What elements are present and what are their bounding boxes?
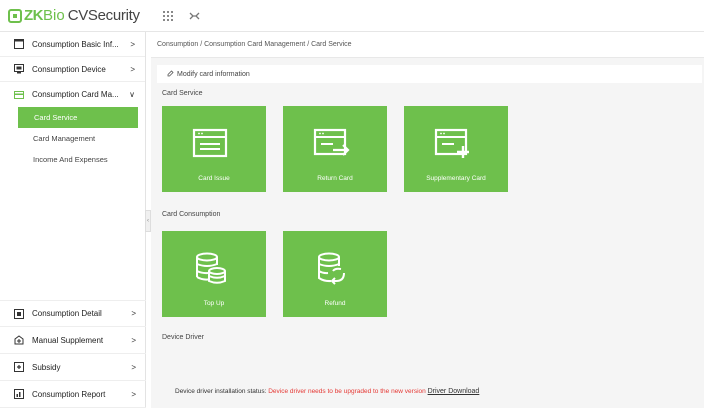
device-icon xyxy=(14,64,24,74)
sidebar-item-label: Manual Supplement xyxy=(32,335,104,345)
top-up-icon xyxy=(196,252,226,284)
report-icon xyxy=(14,389,24,399)
chevron-down-icon: ∨ xyxy=(129,90,135,99)
chevron-right-icon: > xyxy=(130,64,135,74)
sidebar-item-label: Consumption Card Ma... xyxy=(32,90,119,99)
top-bar: ZK Bio CVSecurity xyxy=(0,0,704,32)
return-card-label: Return Card xyxy=(317,175,353,182)
sidebar-item-manual-supplement[interactable]: Manual Supplement > xyxy=(0,327,146,354)
chevron-right-icon: > xyxy=(131,389,136,399)
modify-card-info-link[interactable]: Modify card information xyxy=(157,65,702,83)
breadcrumb: Consumption / Consumption Card Managemen… xyxy=(151,32,704,58)
chevron-right-icon: > xyxy=(131,309,136,318)
sidebar-item-label: Consumption Report xyxy=(32,389,106,399)
sidebar-item-consumption-card-management[interactable]: Consumption Card Ma... ∨ xyxy=(0,82,145,107)
basic-info-icon xyxy=(14,39,24,49)
supplementary-card-tile[interactable]: Supplementary Card xyxy=(404,106,508,192)
chevron-right-icon: > xyxy=(131,362,136,372)
refund-label: Refund xyxy=(324,300,346,307)
sidebar-subitem-income-and-expenses[interactable]: Income And Expenses xyxy=(0,149,145,170)
sidebar: Consumption Basic Inf... > Consumption D… xyxy=(0,32,146,408)
main-content: Consumption / Consumption Card Managemen… xyxy=(151,32,704,408)
chevron-right-icon: > xyxy=(131,335,136,345)
apps-grid-icon[interactable] xyxy=(162,10,174,22)
refund-tile[interactable]: Refund xyxy=(283,231,387,317)
logo-bio-text: Bio xyxy=(43,7,65,24)
top-up-label: Top Up xyxy=(203,300,225,307)
subsidy-icon xyxy=(14,362,24,372)
sidebar-item-label: Subsidy xyxy=(32,362,61,372)
card-issue-tile[interactable]: + Card Issue xyxy=(162,106,266,192)
supplementary-card-label: Supplementary Card xyxy=(426,175,486,182)
return-card-icon xyxy=(313,128,350,156)
detail-icon xyxy=(14,308,24,319)
section-title-card-consumption: Card Consumption xyxy=(162,211,221,218)
sidebar-item-consumption-device[interactable]: Consumption Device > xyxy=(0,57,145,82)
chevron-left-icon: ‹ xyxy=(147,218,149,224)
top-up-tile[interactable]: Top Up xyxy=(162,231,266,317)
sidebar-item-label: Consumption Device xyxy=(32,64,106,74)
modify-card-info-label: Modify card information xyxy=(177,70,250,78)
driver-status-warning: Device driver needs to be upgraded to th… xyxy=(268,388,426,395)
section-title-card-service: Card Service xyxy=(162,90,203,97)
sidebar-item-subsidy[interactable]: Subsidy > xyxy=(0,354,146,381)
refund-icon xyxy=(318,252,345,285)
sidebar-item-consumption-detail[interactable]: Consumption Detail > xyxy=(0,300,146,327)
sidebar-item-consumption-basic-info[interactable]: Consumption Basic Inf... > xyxy=(0,32,145,57)
logo-mark-icon xyxy=(8,8,22,23)
logo-cv-text: CVSecurity xyxy=(67,7,140,24)
edit-icon xyxy=(167,69,174,79)
return-card-tile[interactable]: Return Card xyxy=(283,106,387,192)
pin-icon[interactable] xyxy=(188,10,200,22)
section-title-device-driver: Device Driver xyxy=(162,334,205,341)
driver-download-link[interactable]: Driver Download xyxy=(428,388,480,395)
supplement-icon xyxy=(14,335,24,345)
sidebar-subitem-card-service[interactable]: Card Service xyxy=(18,107,138,128)
sidebar-item-consumption-report[interactable]: Consumption Report > xyxy=(0,381,146,408)
card-icon xyxy=(14,90,24,100)
chevron-right-icon: > xyxy=(130,39,135,49)
sidebar-item-label: Consumption Detail xyxy=(32,309,102,318)
card-issue-label: Card Issue xyxy=(198,175,230,182)
supplementary-card-icon xyxy=(434,128,469,158)
driver-status-label: Device driver installation status: xyxy=(175,388,267,395)
driver-status-row: Device driver installation status: Devic… xyxy=(175,388,479,395)
logo-zk-text: ZK xyxy=(24,7,44,24)
card-issue-icon: + xyxy=(192,128,228,158)
app-logo[interactable]: ZK Bio CVSecurity xyxy=(0,0,148,32)
sidebar-subitem-card-management[interactable]: Card Management xyxy=(0,128,145,149)
sidebar-item-label: Consumption Basic Inf... xyxy=(32,39,119,49)
